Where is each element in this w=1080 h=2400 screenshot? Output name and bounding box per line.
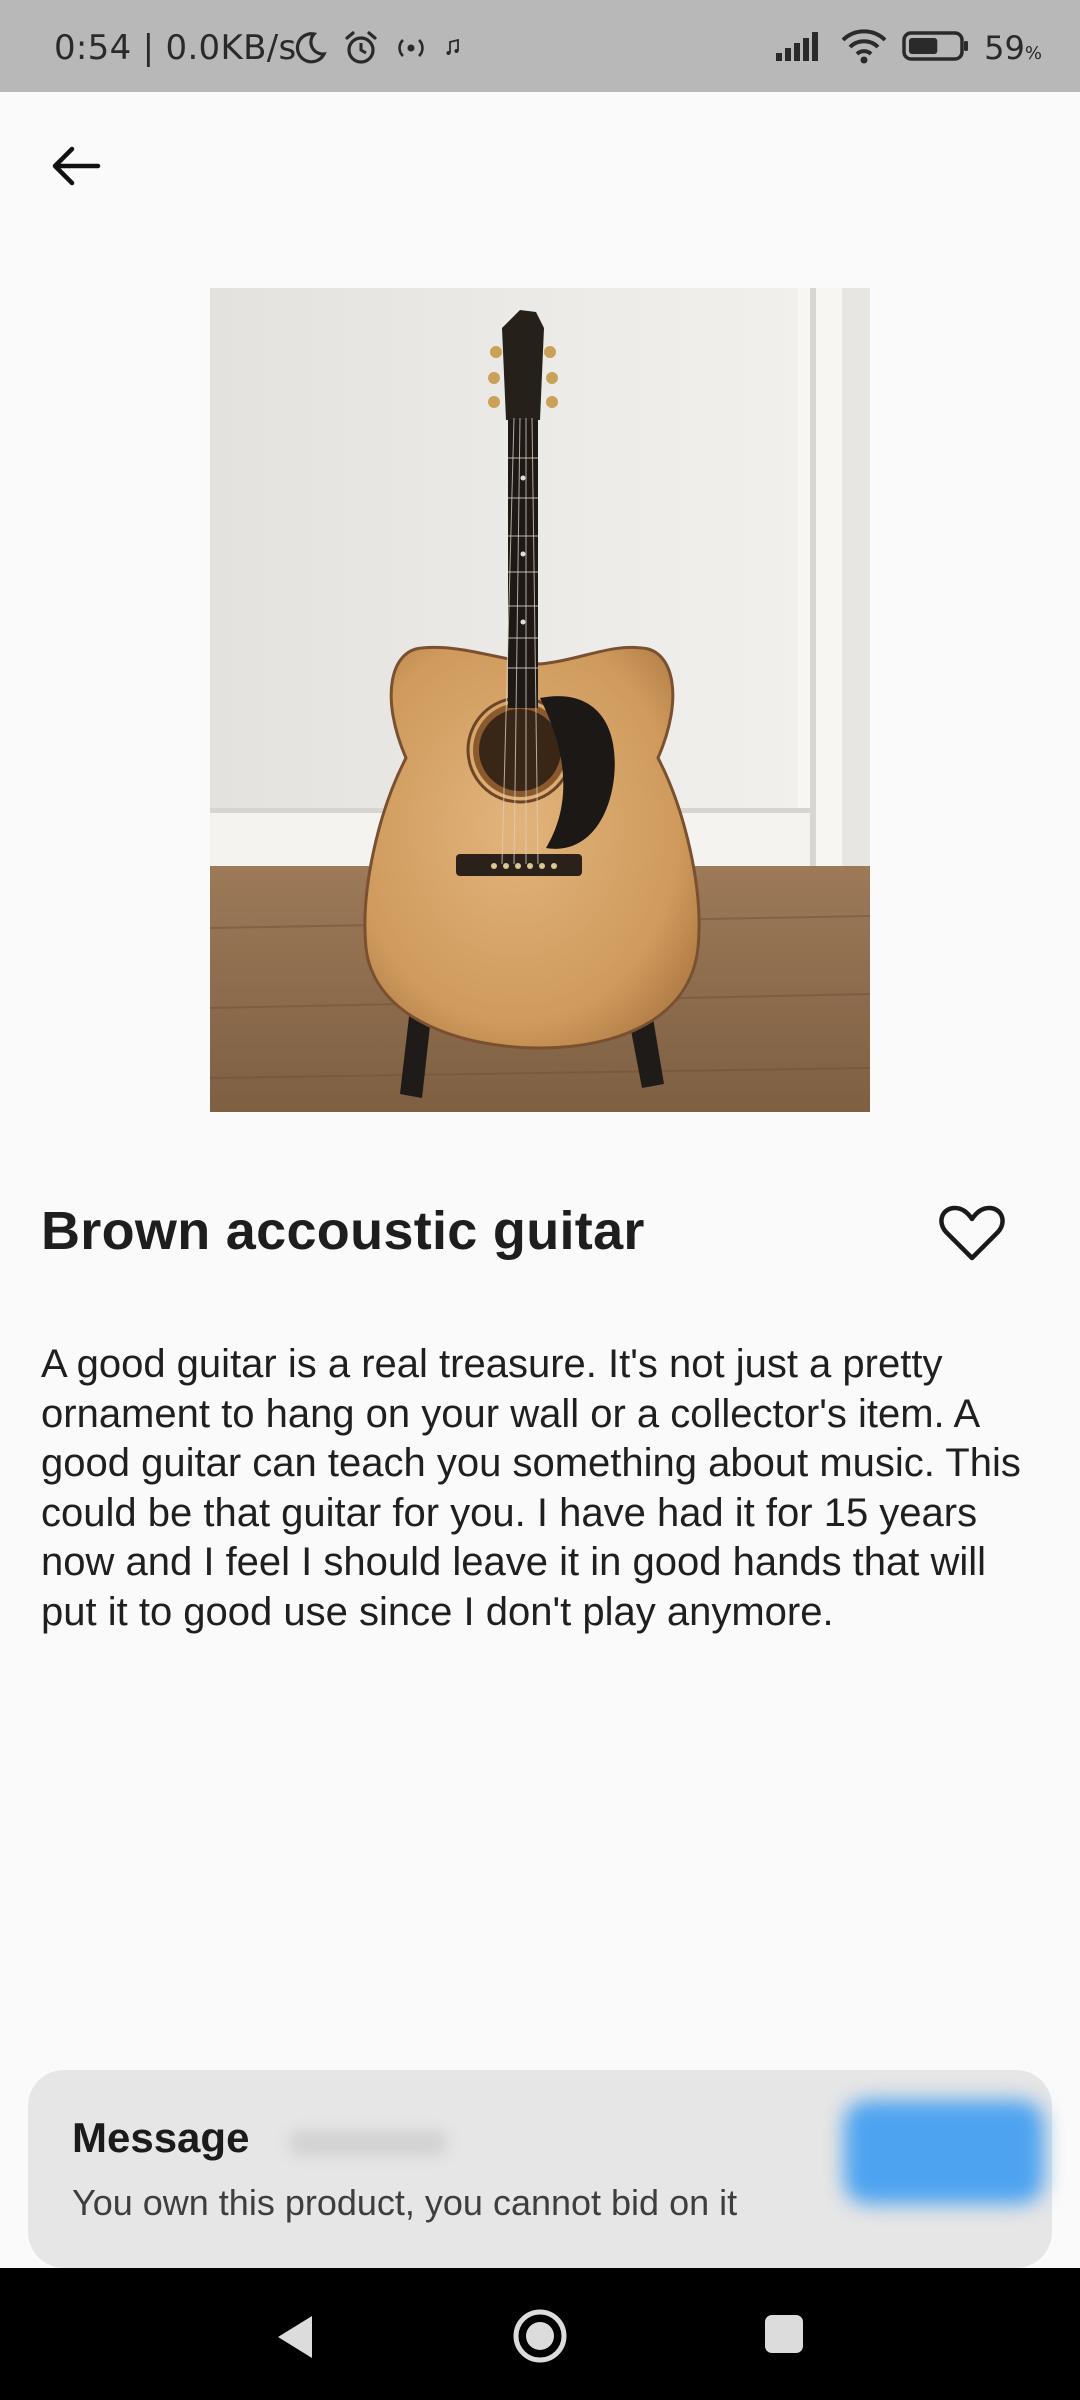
status-time: 0:54 | 0.0KB/s [54, 28, 297, 68]
status-icons-right: 59% [774, 26, 1042, 70]
home-circle-icon [513, 2309, 567, 2363]
status-icons-left [292, 30, 464, 70]
product-image [210, 288, 870, 1112]
back-button[interactable] [44, 134, 108, 198]
moon-icon [292, 30, 328, 70]
guitar-photo [210, 288, 870, 1112]
recents-square-icon [765, 2315, 803, 2353]
back-triangle-icon [278, 2316, 312, 2358]
battery-percent: 59% [984, 29, 1042, 67]
wifi-icon [840, 27, 888, 69]
product-description: A good guitar is a real treasure. It's n… [41, 1342, 1021, 1634]
arrow-left-icon [52, 146, 101, 186]
heart-outline-icon [939, 1205, 1005, 1261]
signal-icon [774, 29, 826, 67]
hotspot-icon [394, 33, 428, 67]
music-note-icon [442, 37, 464, 63]
nav-home-button[interactable] [510, 2306, 570, 2371]
bid-button[interactable] [844, 2100, 1044, 2204]
message-text: You own this product, you cannot bid on … [72, 2182, 738, 2223]
nav-back-button[interactable] [272, 2312, 318, 2367]
message-title: Message [72, 2114, 250, 2161]
battery-icon [902, 29, 970, 67]
nav-recents-button[interactable] [762, 2312, 806, 2361]
favorite-button[interactable] [938, 1204, 1006, 1264]
message-card: Message You own this product, you cannot… [28, 2070, 1052, 2268]
status-bar: 0:54 | 0.0KB/s 59% [0, 0, 1080, 92]
alarm-icon [342, 29, 380, 71]
blurred-text [288, 2130, 448, 2156]
navigation-bar [0, 2268, 1080, 2400]
product-title: Brown accoustic guitar [41, 1201, 645, 1261]
